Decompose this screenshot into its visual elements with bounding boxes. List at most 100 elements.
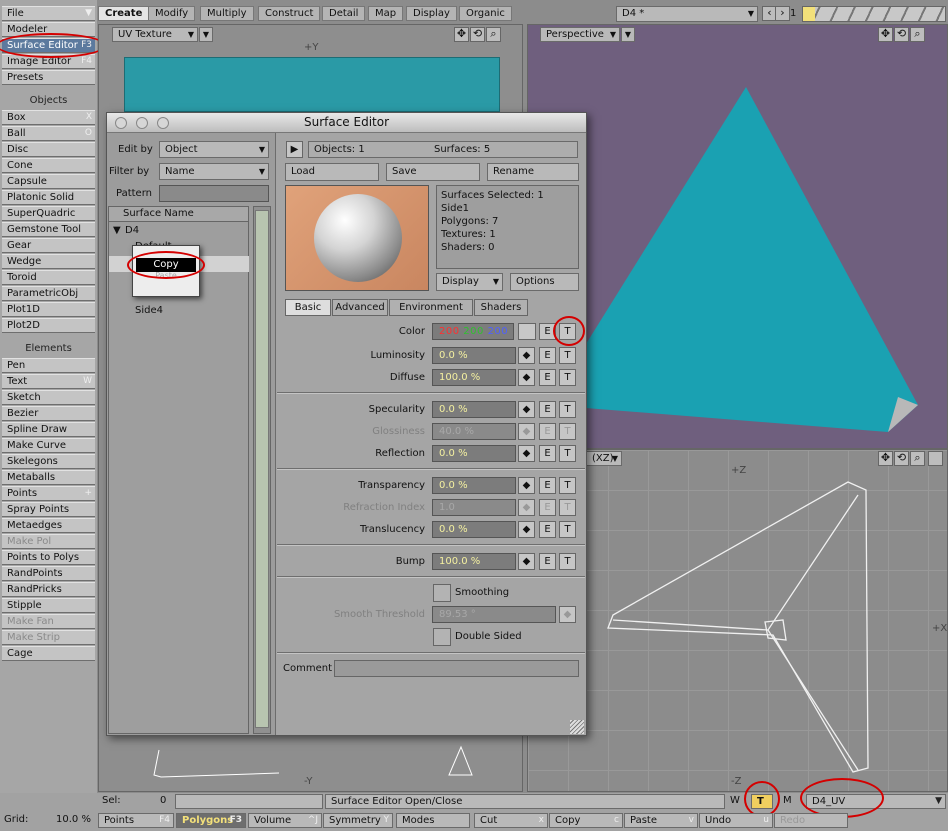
element-points-button[interactable]: Points + — [2, 486, 95, 501]
cut-button[interactable]: Cut x — [474, 813, 548, 828]
symmetry-button[interactable]: Symmetry Y — [323, 813, 393, 828]
layer-bank[interactable] — [802, 6, 946, 22]
options-button[interactable]: Options — [510, 273, 579, 291]
object-plot1d-button[interactable]: Plot1D — [2, 302, 95, 317]
refraction-field[interactable]: 1.0 — [432, 499, 516, 516]
luminosity-texture-button[interactable]: T — [559, 347, 576, 364]
diffuse-slider-icon[interactable]: ◆ — [518, 369, 535, 386]
surface-tab-basic[interactable]: Basic — [285, 299, 331, 316]
transparency-envelope-button[interactable]: E — [539, 477, 556, 494]
comment-input[interactable] — [334, 660, 579, 677]
resize-handle[interactable] — [570, 720, 584, 734]
uv-view-options[interactable] — [199, 27, 213, 42]
tab-map[interactable]: Map — [368, 6, 404, 21]
element-metaedges-button[interactable]: Metaedges — [2, 518, 95, 533]
next-layer-button[interactable]: › — [775, 6, 790, 21]
object-capsule-button[interactable]: Capsule — [2, 174, 95, 189]
object-toroid-button[interactable]: Toroid — [2, 270, 95, 285]
glossiness-field[interactable]: 40.0 % — [432, 423, 516, 440]
object-gemstone-tool-button[interactable]: Gemstone Tool — [2, 222, 95, 237]
file-menu[interactable]: File ▼ — [2, 6, 95, 21]
diffuse-texture-button[interactable]: T — [559, 369, 576, 386]
expand-arrow-icon[interactable]: ▶ — [286, 141, 303, 158]
tab-detail[interactable]: Detail — [322, 6, 366, 21]
surface-item-side4[interactable]: Side4 — [135, 304, 163, 318]
reflection-field[interactable]: 0.0 % — [432, 445, 516, 462]
zoom-view-icon[interactable]: ⌕ — [486, 27, 501, 42]
scrollbar-thumb[interactable] — [255, 210, 269, 728]
glossiness-slider-icon[interactable]: ◆ — [518, 423, 535, 440]
object-platonic-solid-button[interactable]: Platonic Solid — [2, 190, 95, 205]
element-randpricks-button[interactable]: RandPricks — [2, 582, 95, 597]
pattern-input[interactable] — [159, 185, 269, 202]
modes-button[interactable]: Modes — [396, 813, 470, 828]
transparency-field[interactable]: 0.0 % — [432, 477, 516, 494]
minimize-window-icon[interactable] — [136, 117, 148, 129]
element-text-button[interactable]: Text W — [2, 374, 95, 389]
tab-display[interactable]: Display — [406, 6, 457, 21]
m-toggle[interactable]: M — [783, 794, 792, 808]
w-toggle[interactable]: W — [730, 794, 740, 808]
element-points-to-polys-button[interactable]: Points to Polys — [2, 550, 95, 565]
paste-button[interactable]: Paste v — [624, 813, 698, 828]
volume-button[interactable]: Volume ^J — [248, 813, 322, 828]
rotate-view-icon[interactable]: ⟲ — [470, 27, 485, 42]
dialog-title-bar[interactable]: Surface Editor — [107, 113, 586, 133]
translucency-envelope-button[interactable]: E — [539, 521, 556, 538]
bump-field[interactable]: 100.0 % — [432, 553, 516, 570]
luminosity-envelope-button[interactable]: E — [539, 347, 556, 364]
specularity-field[interactable]: 0.0 % — [432, 401, 516, 418]
diffuse-field[interactable]: 100.0 % — [432, 369, 516, 386]
object-gear-button[interactable]: Gear — [2, 238, 95, 253]
smooth-threshold-field[interactable]: 89.53 ° — [432, 606, 556, 623]
layer-selector[interactable]: D4 * — [616, 6, 758, 22]
tab-create[interactable]: Create — [98, 6, 150, 21]
save-button[interactable]: Save — [386, 163, 480, 181]
color-swatch[interactable] — [518, 323, 536, 340]
close-window-icon[interactable] — [115, 117, 127, 129]
active-layer[interactable] — [803, 7, 815, 21]
display-dropdown[interactable]: Display — [436, 273, 503, 291]
element-spray-points-button[interactable]: Spray Points — [2, 502, 95, 517]
tab-modify[interactable]: Modify — [148, 6, 196, 21]
element-spline-draw-button[interactable]: Spline Draw — [2, 422, 95, 437]
element-randpoints-button[interactable]: RandPoints — [2, 566, 95, 581]
element-sketch-button[interactable]: Sketch — [2, 390, 95, 405]
element-make-curve-button[interactable]: Make Curve — [2, 438, 95, 453]
element-make-strip-button[interactable]: Make Strip — [2, 630, 95, 645]
filter-by-dropdown[interactable]: Name — [159, 163, 269, 180]
rename-button[interactable]: Rename — [487, 163, 579, 181]
object-disc-button[interactable]: Disc — [2, 142, 95, 157]
luminosity-slider-icon[interactable]: ◆ — [518, 347, 535, 364]
move-view-icon[interactable]: ✥ — [454, 27, 469, 42]
glossiness-envelope-button[interactable]: E — [539, 423, 556, 440]
element-make-pol-button[interactable]: Make Pol — [2, 534, 95, 549]
object-plot2d-button[interactable]: Plot2D — [2, 318, 95, 333]
tab-organic[interactable]: Organic — [459, 6, 512, 21]
reflection-texture-button[interactable]: T — [559, 445, 576, 462]
transparency-texture-button[interactable]: T — [559, 477, 576, 494]
object-superquadric-button[interactable]: SuperQuadric — [2, 206, 95, 221]
load-button[interactable]: Load — [285, 163, 379, 181]
zoom-window-icon[interactable] — [157, 117, 169, 129]
copy-button[interactable]: Copy c — [549, 813, 623, 828]
element-make-fan-button[interactable]: Make Fan — [2, 614, 95, 629]
surface-list-scrollbar[interactable] — [253, 206, 271, 734]
perspective-viewport[interactable]: Perspective ✥ ⟲ ⌕ — [527, 24, 948, 449]
polygons-button[interactable]: Polygons F3 — [176, 813, 246, 828]
bump-texture-button[interactable]: T — [559, 553, 576, 570]
presets-button[interactable]: Presets — [2, 70, 95, 85]
tab-construct[interactable]: Construct — [258, 6, 321, 21]
element-stipple-button[interactable]: Stipple — [2, 598, 95, 613]
undo-button[interactable]: Undo u — [699, 813, 773, 828]
object-parametricobj-button[interactable]: ParametricObj — [2, 286, 95, 301]
luminosity-field[interactable]: 0.0 % — [432, 347, 516, 364]
element-metaballs-button[interactable]: Metaballs — [2, 470, 95, 485]
glossiness-texture-button[interactable]: T — [559, 423, 576, 440]
tree-expand-icon[interactable]: ▼ — [113, 224, 121, 238]
reflection-slider-icon[interactable]: ◆ — [518, 445, 535, 462]
element-bezier-button[interactable]: Bezier — [2, 406, 95, 421]
surface-tab-environment[interactable]: Environment — [389, 299, 473, 316]
diffuse-envelope-button[interactable]: E — [539, 369, 556, 386]
object-ball-button[interactable]: Ball O — [2, 126, 95, 141]
